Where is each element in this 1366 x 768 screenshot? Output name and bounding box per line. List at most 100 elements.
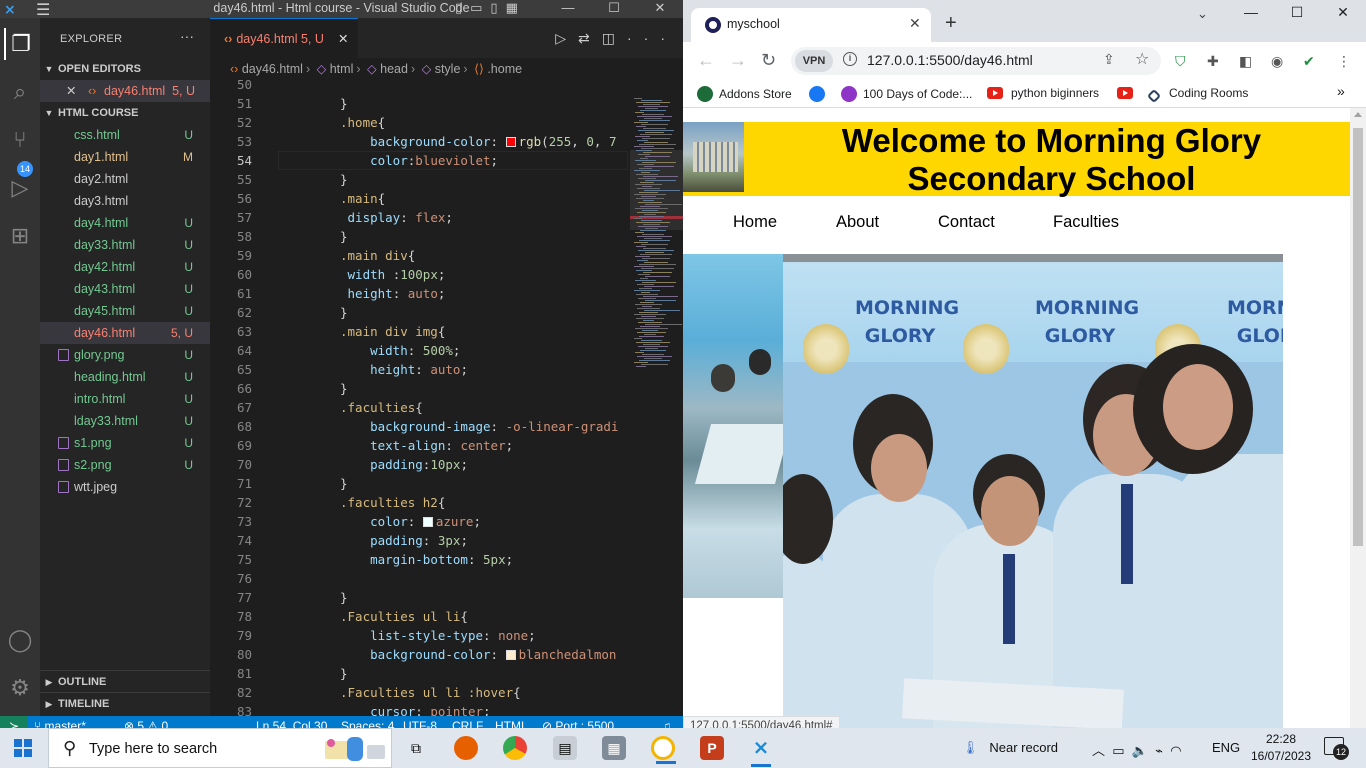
breadcrumb-item[interactable]: style xyxy=(435,62,461,76)
input-language[interactable]: ENG xyxy=(1212,740,1240,755)
minimize-button[interactable]: — xyxy=(1228,4,1274,20)
side-panel-icon[interactable]: ◧ xyxy=(1239,53,1252,70)
tab-day46[interactable]: ‹› day46.html 5, U ✕ xyxy=(210,18,358,58)
file-item[interactable]: day43.html U xyxy=(40,278,210,300)
browser-tab[interactable]: myschool ✕ xyxy=(691,8,931,42)
split-editor-icon[interactable]: ◫ xyxy=(602,30,627,46)
bookmark-addons-store[interactable]: Addons Store xyxy=(697,86,792,102)
extensions-icon[interactable]: ⊞ xyxy=(4,220,36,252)
code-editor[interactable]: 50 51} 52 .home{53 background-color: rgb(25… xyxy=(210,77,683,719)
bookmark-python[interactable]: python biginners xyxy=(987,86,1099,100)
taskbar-search-box[interactable]: ⚲ Type here to search xyxy=(48,728,392,768)
browser-app-icon[interactable] xyxy=(651,736,676,764)
extensions-puzzle-icon[interactable]: ✚ xyxy=(1207,53,1219,70)
open-editors-section[interactable]: ▼ OPEN EDITORS xyxy=(40,58,210,80)
tab-search-chevron-icon[interactable]: ⌄ xyxy=(1197,6,1208,22)
file-item[interactable]: day2.html xyxy=(40,168,210,190)
site-info-icon[interactable]: i xyxy=(843,52,857,66)
firefox-icon[interactable] xyxy=(454,736,478,760)
close-button[interactable]: ✕ xyxy=(637,0,683,16)
more-bookmarks-icon[interactable]: » xyxy=(1337,83,1345,99)
breadcrumb-item[interactable]: day46.html xyxy=(242,62,303,76)
nav-faculties[interactable]: Faculties xyxy=(1053,213,1119,232)
nav-home[interactable]: Home xyxy=(733,213,777,232)
file-item[interactable]: day1.html M xyxy=(40,146,210,168)
open-editor-item[interactable]: ✕ ‹› day46.html 5, U xyxy=(40,80,210,102)
bookmark-star-icon[interactable]: ☆ xyxy=(1135,49,1149,69)
run-icon[interactable]: ▷ xyxy=(555,30,578,46)
file-item[interactable]: s1.png U xyxy=(40,432,210,454)
search-icon[interactable]: ⌕ xyxy=(4,76,36,108)
run-debug-icon[interactable]: ▷ xyxy=(4,172,36,204)
bookmark-facebook[interactable] xyxy=(809,86,831,102)
vpn-badge[interactable]: VPN xyxy=(795,50,833,72)
explorer-icon[interactable]: ❐ xyxy=(4,28,36,60)
file-item[interactable]: day42.html U xyxy=(40,256,210,278)
task-view-icon[interactable]: ⧉ xyxy=(404,736,428,760)
adguard-icon[interactable]: ✔ xyxy=(1303,53,1315,70)
scrollbar-thumb[interactable] xyxy=(1353,128,1363,546)
file-item[interactable]: css.html U xyxy=(40,124,210,146)
close-tab-icon[interactable]: ✕ xyxy=(909,15,921,32)
browser-menu-icon[interactable]: ⋮ xyxy=(1337,53,1351,70)
file-item[interactable]: wtt.jpeg xyxy=(40,476,210,498)
reload-icon[interactable]: ↻ xyxy=(761,50,776,71)
color-swatch[interactable] xyxy=(422,517,433,527)
file-item[interactable]: glory.png U xyxy=(40,344,210,366)
settings-gear-icon[interactable]: ⚙ xyxy=(4,672,36,704)
share-icon[interactable]: ⇪ xyxy=(1103,51,1115,68)
vm-app-icon[interactable]: ▤ xyxy=(553,736,577,760)
file-item[interactable]: day45.html U xyxy=(40,300,210,322)
maximize-button[interactable]: ☐ xyxy=(1274,4,1320,21)
back-icon[interactable]: ← xyxy=(697,50,715,71)
bookmark-coding-rooms[interactable]: Coding Rooms xyxy=(1146,86,1248,104)
close-editor-icon[interactable]: ✕ xyxy=(66,80,76,102)
scroll-up-arrow-icon[interactable] xyxy=(1354,112,1362,117)
profile-icon[interactable]: ◉ xyxy=(1271,53,1283,70)
vscode-taskbar-icon[interactable]: ⨯ xyxy=(749,736,773,767)
more-actions-icon[interactable]: ··· xyxy=(180,28,194,44)
nav-contact[interactable]: Contact xyxy=(938,213,995,232)
minimap[interactable] xyxy=(630,80,683,716)
notification-center-icon[interactable]: 12 xyxy=(1324,737,1349,760)
source-control-icon[interactable]: ⑂ xyxy=(4,124,36,156)
color-swatch[interactable] xyxy=(505,137,516,147)
taskbar-clock[interactable]: 22:28 16/07/2023 xyxy=(1248,731,1314,765)
new-tab-icon[interactable]: + xyxy=(945,12,957,35)
page-scrollbar[interactable] xyxy=(1350,108,1366,736)
file-item[interactable]: day4.html U xyxy=(40,212,210,234)
file-item[interactable]: day46.html 5, U xyxy=(40,322,210,344)
minimize-button[interactable]: — xyxy=(545,0,591,15)
account-icon[interactable]: ◯ xyxy=(4,624,36,656)
bookmark-100-days[interactable]: 100 Days of Code:... xyxy=(841,86,972,102)
bookmark-youtube[interactable] xyxy=(1117,86,1141,100)
color-swatch[interactable] xyxy=(505,650,516,660)
maximize-button[interactable]: ☐ xyxy=(591,0,637,16)
nav-about[interactable]: About xyxy=(836,213,879,232)
chrome-icon[interactable] xyxy=(503,736,527,760)
breadcrumb-item[interactable]: .home xyxy=(487,62,522,76)
file-item[interactable]: day33.html U xyxy=(40,234,210,256)
file-item[interactable]: intro.html U xyxy=(40,388,210,410)
powerpoint-icon[interactable]: P xyxy=(700,736,724,760)
outline-section[interactable]: ▶ OUTLINE xyxy=(40,670,210,692)
folder-html-course[interactable]: ▼ HTML COURSE xyxy=(40,102,210,124)
breadcrumb-item[interactable]: html xyxy=(330,62,354,76)
close-tab-icon[interactable]: ✕ xyxy=(338,19,348,59)
file-item[interactable]: heading.html U xyxy=(40,366,210,388)
weather-widget[interactable]: 🌡 Near record xyxy=(962,740,1058,756)
close-button[interactable]: ✕ xyxy=(1320,4,1366,21)
file-item[interactable]: s2.png U xyxy=(40,454,210,476)
more-icon[interactable]: ··· xyxy=(627,30,677,46)
file-item[interactable]: lday33.html U xyxy=(40,410,210,432)
breadcrumb-item[interactable]: head xyxy=(380,62,408,76)
timeline-section[interactable]: ▶ TIMELINE xyxy=(40,692,210,714)
address-bar[interactable]: VPN i 127.0.0.1:5500/day46.html ⇪ ☆ xyxy=(791,47,1161,75)
url-text[interactable]: 127.0.0.1:5500/day46.html xyxy=(867,52,1033,68)
tray-icons[interactable]: ︿ ▭ 🔈 ⌁ ◠ xyxy=(1092,740,1182,759)
compare-icon[interactable]: ⇄ xyxy=(578,30,602,46)
forward-icon[interactable]: → xyxy=(729,50,747,71)
calculator-icon[interactable]: ▦ xyxy=(602,736,626,760)
start-button[interactable] xyxy=(14,739,32,757)
file-item[interactable]: day3.html xyxy=(40,190,210,212)
